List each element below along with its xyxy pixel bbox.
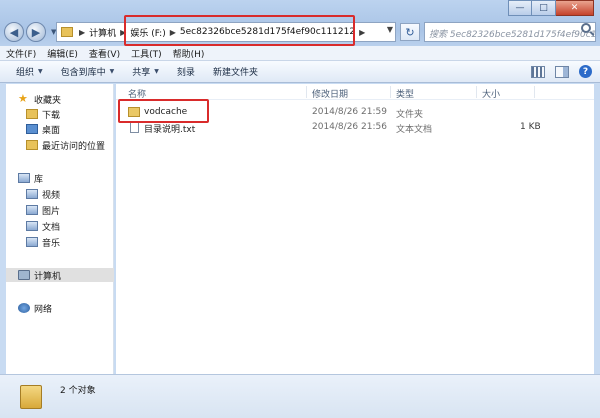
file-size: 1 KB [520, 122, 541, 132]
address-highlight-box [124, 15, 355, 46]
nav-computer[interactable]: 计算机 [6, 268, 114, 282]
star-icon: ★ [18, 92, 28, 105]
file-type: 文件夹 [396, 110, 424, 120]
column-date-header[interactable]: 修改日期 [312, 87, 348, 100]
folder-icon [20, 385, 42, 409]
new-folder-button[interactable]: 新建文件夹 [213, 65, 258, 78]
share-label: 共享 [132, 68, 151, 78]
maximize-button[interactable]: □ [532, 0, 556, 16]
column-headers: 名称 修改日期 类型 大小 [116, 84, 594, 100]
breadcrumb-computer[interactable]: 计算机 [89, 26, 116, 39]
include-in-library-label: 包含到库中 [60, 68, 106, 78]
nav-favorites-label: 收藏夹 [34, 95, 62, 106]
caption-buttons: — □ ✕ [508, 0, 594, 16]
breadcrumb-separator-icon[interactable]: ▶ [79, 28, 85, 37]
nav-libraries-label: 库 [34, 174, 44, 185]
recent-places-icon [26, 140, 38, 150]
include-in-library-button[interactable]: 包含到库中 ▼ [61, 65, 115, 78]
menu-file[interactable]: 文件(F) [6, 47, 36, 60]
column-divider[interactable] [306, 86, 307, 98]
navigation-pane: ★ 收藏夹 下载 桌面 最近访问的位置 库 视频 图片 文档 音乐 计算机 网络 [6, 84, 114, 374]
file-date: 2014/8/26 21:56 [312, 122, 387, 132]
nav-videos-label: 视频 [42, 190, 61, 201]
help-icon[interactable]: ? [579, 65, 592, 78]
forward-button[interactable]: ▶ [26, 22, 46, 42]
computer-icon [18, 270, 30, 280]
minimize-button[interactable]: — [508, 0, 532, 16]
organize-label: 组织 [16, 68, 35, 78]
music-library-icon [26, 237, 38, 247]
video-library-icon [26, 189, 38, 199]
menu-edit[interactable]: 编辑(E) [47, 47, 78, 60]
nav-documents-label: 文档 [42, 222, 61, 233]
vodcache-highlight-box [118, 99, 209, 123]
menu-bar: 文件(F) 编辑(E) 查看(V) 工具(T) 帮助(H) [0, 46, 600, 61]
burn-button[interactable]: 刻录 [177, 65, 195, 78]
column-divider[interactable] [476, 86, 477, 98]
desktop-icon [26, 124, 38, 134]
column-divider[interactable] [534, 86, 535, 98]
nav-computer-label: 计算机 [34, 271, 62, 282]
command-bar: 组织 ▼ 包含到库中 ▼ 共享 ▼ 刻录 新建文件夹 ? [0, 61, 600, 83]
toolbar-right-group: ? [521, 65, 592, 78]
nav-network-label: 网络 [34, 304, 53, 315]
documents-library-icon [26, 221, 38, 231]
change-view-icon[interactable] [531, 65, 545, 78]
chevron-down-icon: ▼ [154, 68, 159, 75]
back-button[interactable]: ◀ [4, 22, 24, 42]
chevron-down-icon: ▼ [109, 68, 115, 75]
nav-downloads-label: 下载 [42, 110, 61, 121]
refresh-button[interactable]: ↻ [400, 23, 420, 41]
item-count: 2 个对象 [60, 386, 96, 396]
preview-pane-icon[interactable] [555, 65, 569, 78]
address-dropdown-icon[interactable]: ▼ [387, 25, 393, 34]
search-icon[interactable] [581, 23, 591, 33]
details-pane: 2 个对象 [0, 374, 600, 418]
network-icon [18, 303, 30, 313]
file-type: 文本文档 [396, 125, 433, 135]
chevron-down-icon: ▼ [38, 68, 43, 75]
nav-recent-places-label: 最近访问的位置 [42, 141, 106, 152]
library-icon [18, 173, 30, 183]
nav-libraries[interactable]: 库 [18, 171, 126, 185]
column-divider[interactable] [390, 86, 391, 98]
search-input[interactable]: 搜索 5ec82326bce5281d175f4ef90c111212 [424, 22, 596, 42]
nav-music-label: 音乐 [42, 238, 61, 249]
nav-pictures-label: 图片 [42, 206, 61, 217]
breadcrumb-separator-icon[interactable]: ▶ [359, 28, 365, 37]
text-file-icon [130, 122, 139, 133]
menu-tools[interactable]: 工具(T) [131, 47, 162, 60]
nav-favorites[interactable]: ★ 收藏夹 [18, 92, 126, 106]
file-date: 2014/8/26 21:59 [312, 107, 387, 117]
share-button[interactable]: 共享 ▼ [132, 65, 159, 78]
organize-button[interactable]: 组织 ▼ [16, 65, 43, 78]
pictures-library-icon [26, 205, 38, 215]
close-button[interactable]: ✕ [556, 0, 594, 16]
file-list: 名称 修改日期 类型 大小 vodcache 2014/8/26 21:59 文… [116, 84, 594, 374]
menu-help[interactable]: 帮助(H) [173, 47, 205, 60]
column-size-header[interactable]: 大小 [482, 87, 500, 100]
menu-view[interactable]: 查看(V) [89, 47, 120, 60]
file-name: 目录说明.txt [144, 125, 196, 135]
column-type-header[interactable]: 类型 [396, 87, 414, 100]
file-row[interactable]: 目录说明.txt 2014/8/26 21:56 文本文档 1 KB [122, 121, 592, 135]
folder-icon [61, 27, 73, 37]
nav-desktop-label: 桌面 [42, 125, 61, 136]
nav-network[interactable]: 网络 [18, 301, 126, 315]
downloads-folder-icon [26, 109, 38, 119]
explorer-window: — □ ✕ ◀ ▶ ▼ ▶ 计算机 ▶ 娱乐 (F:) ▶ 5ec82326bc… [0, 0, 600, 418]
